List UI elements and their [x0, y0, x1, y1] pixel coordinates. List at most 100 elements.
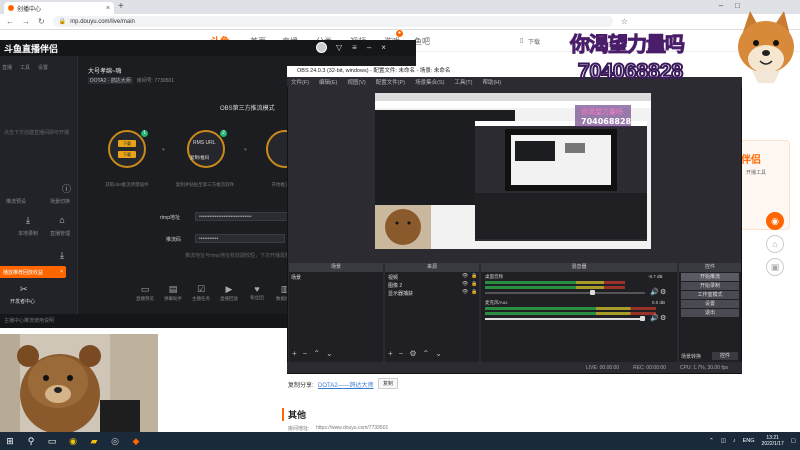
- home-icon[interactable]: ⌂: [766, 235, 784, 253]
- controls-tab[interactable]: 控件: [712, 352, 738, 360]
- volume-slider[interactable]: [485, 292, 645, 294]
- volume-knob[interactable]: [640, 316, 645, 321]
- scene-item[interactable]: 场景: [291, 274, 301, 281]
- step-download-button-2[interactable]: 下载: [118, 151, 136, 158]
- lock-icon[interactable]: 🔒: [471, 273, 477, 279]
- transition-tab[interactable]: 场景转换: [681, 353, 701, 360]
- reload-icon[interactable]: ↻: [38, 17, 45, 26]
- file-explorer-icon[interactable]: ▰: [88, 435, 100, 447]
- tab-settings[interactable]: 设置: [38, 64, 48, 71]
- close-tab-icon[interactable]: ×: [106, 5, 110, 12]
- share-link[interactable]: DOTA2——鸽达大师: [318, 380, 374, 389]
- speaker-icon[interactable]: 🔊: [650, 288, 659, 296]
- promo-banner[interactable]: 播放推荐回放收益 ×: [0, 266, 66, 278]
- search-icon[interactable]: ⚲: [25, 435, 37, 447]
- address-bar[interactable]: 🔒 mp.douyu.com/live/main: [52, 16, 613, 27]
- gear-icon[interactable]: ⚙: [660, 314, 666, 322]
- source-item[interactable]: 图像 2: [388, 282, 402, 289]
- back-icon[interactable]: ←: [6, 17, 14, 26]
- speaker-icon[interactable]: 🔊: [650, 314, 659, 322]
- menu-scene-collection[interactable]: 场景集合(S): [415, 78, 444, 86]
- volume-slider[interactable]: [485, 318, 645, 320]
- forward-icon[interactable]: →: [22, 17, 30, 26]
- add-icon[interactable]: +: [388, 349, 393, 358]
- visibility-icon[interactable]: 👁: [462, 273, 468, 279]
- key-field[interactable]: •••••••••••: [195, 234, 285, 243]
- record-icon[interactable]: ⤓: [18, 215, 38, 226]
- visibility-icon[interactable]: 👁: [462, 281, 468, 287]
- browser-tab[interactable]: 创播中心 ×: [4, 2, 114, 14]
- add-icon[interactable]: +: [292, 349, 297, 358]
- clock[interactable]: 13:21 2022/1/17: [762, 435, 784, 447]
- windows-start-icon[interactable]: ⊞: [4, 435, 16, 447]
- download-icon[interactable]: ⤓: [52, 250, 72, 261]
- up-icon[interactable]: ⌃: [313, 349, 320, 358]
- step-download-button[interactable]: 下载: [118, 140, 136, 147]
- left-item-preset[interactable]: 推流预设: [4, 198, 28, 205]
- task-view-icon[interactable]: ▭: [46, 435, 58, 447]
- remove-icon[interactable]: −: [303, 349, 308, 358]
- bottom-tool-replay[interactable]: ▶ 直播回放: [218, 284, 240, 310]
- menu-help[interactable]: 帮助(H): [482, 78, 501, 86]
- tab-live[interactable]: 直播: [2, 64, 12, 71]
- menu-view[interactable]: 视图(V): [347, 78, 365, 86]
- obs-icon[interactable]: ◎: [109, 435, 121, 447]
- network-icon[interactable]: ◫: [721, 438, 726, 444]
- bottom-tool-task[interactable]: ☑ 主播任务: [190, 284, 212, 310]
- source-item[interactable]: 显示器捕获: [388, 290, 413, 297]
- room-url[interactable]: https://www.douyu.com/7739501: [316, 425, 388, 431]
- lock-icon[interactable]: 🔒: [471, 289, 477, 295]
- chrome-icon[interactable]: ◉: [67, 435, 79, 447]
- settings-button[interactable]: 设置: [681, 300, 739, 308]
- copy-button[interactable]: 复制: [378, 378, 399, 389]
- nav-yuba[interactable]: 鱼吧: [414, 36, 430, 47]
- avatar[interactable]: [316, 42, 327, 53]
- gear-icon[interactable]: ⚙: [660, 288, 666, 296]
- up-icon[interactable]: ⌃: [423, 349, 430, 358]
- left-item-record[interactable]: 本地录制: [16, 230, 40, 237]
- source-item[interactable]: 视频: [388, 274, 398, 281]
- tray-chevron-icon[interactable]: ⌃: [709, 438, 714, 444]
- room-tag[interactable]: DOTA2 · 鸽达大师: [88, 77, 133, 84]
- bottom-tool-danmu[interactable]: ▤ 弹幕助手: [162, 284, 184, 310]
- tab-tools[interactable]: 工具: [20, 64, 30, 71]
- volume-knob[interactable]: [590, 290, 595, 295]
- start-record-button[interactable]: 开始录制: [681, 282, 739, 290]
- dev-center-label[interactable]: 开发者中心: [10, 298, 35, 305]
- menu-icon[interactable]: ≡: [352, 43, 357, 52]
- minimize-icon[interactable]: –: [367, 43, 371, 52]
- live-icon[interactable]: ◉: [766, 212, 784, 230]
- notification-icon[interactable]: ▢: [791, 438, 796, 444]
- minimize-icon[interactable]: –: [719, 1, 723, 10]
- settings-icon[interactable]: ⚙: [409, 349, 416, 358]
- exit-button[interactable]: 退出: [681, 309, 739, 317]
- menu-profile[interactable]: 配置文件(P): [376, 78, 405, 86]
- left-item-scene[interactable]: 场景切换: [48, 198, 72, 205]
- menu-file[interactable]: 文件(F): [291, 78, 309, 86]
- volume-icon[interactable]: ♪: [733, 438, 736, 444]
- left-item-manage[interactable]: 直播管理: [48, 230, 72, 237]
- screen-icon[interactable]: ▣: [766, 258, 784, 276]
- skin-icon[interactable]: ▽: [336, 43, 342, 52]
- download-link[interactable]: 下载: [528, 37, 540, 46]
- down-icon[interactable]: ⌄: [435, 349, 442, 358]
- bottom-tool-fans[interactable]: ♥ 粉丝团: [246, 284, 268, 310]
- obs-preview[interactable]: 你渴望力量吗 704068828: [375, 93, 651, 249]
- manage-icon[interactable]: ⌂: [52, 215, 72, 225]
- close-icon[interactable]: ×: [381, 43, 386, 52]
- info-icon[interactable]: ⓘ: [62, 182, 71, 195]
- tools-icon[interactable]: ✂: [20, 284, 28, 295]
- menu-edit[interactable]: 编辑(E): [319, 78, 337, 86]
- language-indicator[interactable]: ENG: [743, 438, 755, 444]
- start-stream-button[interactable]: 开始推流: [681, 273, 739, 281]
- studio-mode-button[interactable]: 工作室模式: [681, 291, 739, 299]
- bottom-tool-preview[interactable]: ▭ 直播预览: [134, 284, 156, 310]
- douyu-icon[interactable]: ◆: [130, 435, 142, 447]
- new-tab-icon[interactable]: +: [118, 1, 124, 12]
- visibility-icon[interactable]: 👁: [462, 289, 468, 295]
- close-banner-icon[interactable]: ×: [60, 269, 63, 275]
- lock-icon[interactable]: 🔒: [471, 281, 477, 287]
- menu-tools[interactable]: 工具(T): [454, 78, 472, 86]
- remove-icon[interactable]: −: [399, 349, 404, 358]
- star-icon[interactable]: ☆: [621, 17, 628, 26]
